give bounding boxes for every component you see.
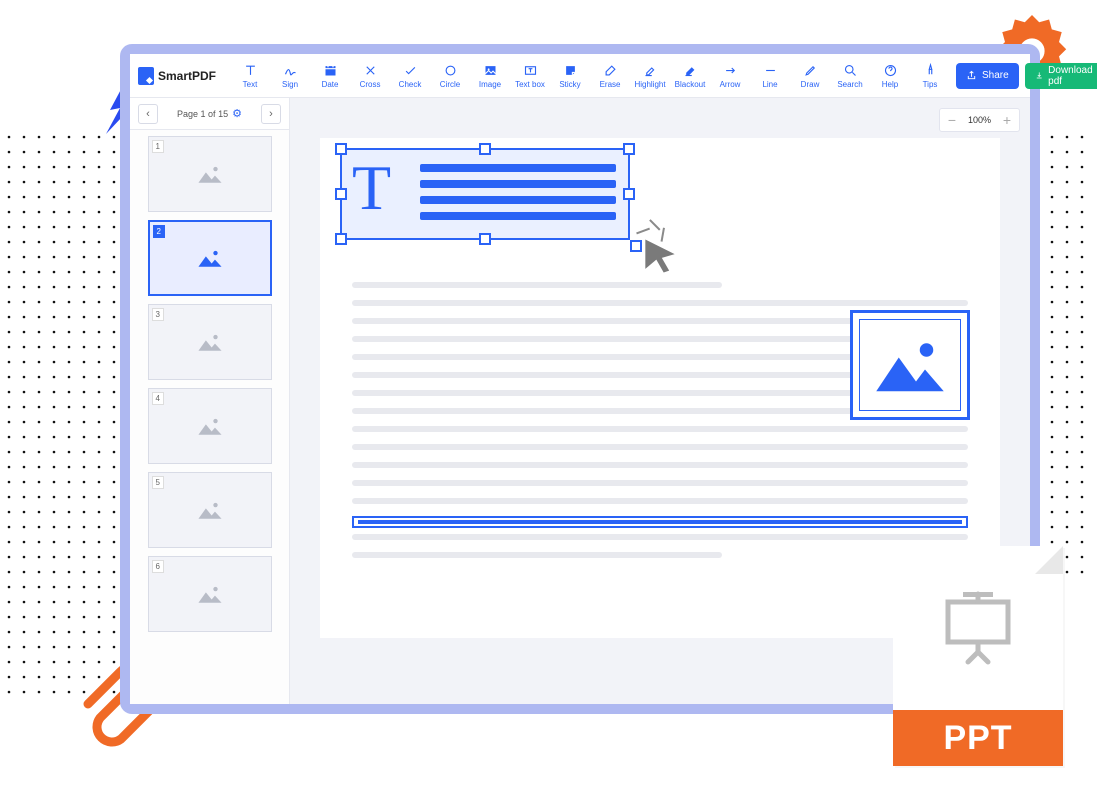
resize-handle[interactable] [335,188,347,200]
tool-date[interactable]: Date [310,56,350,96]
resize-handle[interactable] [479,233,491,245]
zoom-in-button[interactable]: + [995,109,1019,131]
ppt-file-icon: PPT [893,546,1063,766]
tool-highlight[interactable]: Highlight [630,56,670,96]
tool-sticky[interactable]: Sticky [550,56,590,96]
thumbnail[interactable]: 5 [148,472,272,548]
image-placeholder[interactable] [850,310,970,420]
image-icon [196,583,224,605]
resize-handle[interactable] [623,188,635,200]
tool-search[interactable]: Search [830,56,870,96]
thumbnail[interactable]: 3 [148,304,272,380]
thumbnail[interactable]: 1 [148,136,272,212]
image-icon [196,415,224,437]
tool-check[interactable]: Check [390,56,430,96]
share-button[interactable]: Share [956,63,1019,89]
tool-cross[interactable]: Cross [350,56,390,96]
thumbnail-number: 4 [152,392,164,405]
brand-logo[interactable]: SmartPDF [138,67,216,85]
zoom-control: − 100% + [939,108,1020,132]
tool-textbox[interactable]: Text box [510,56,550,96]
tool-circle[interactable]: Circle [430,56,470,96]
tool-help[interactable]: Help [870,56,910,96]
ppt-label: PPT [893,710,1063,766]
zoom-out-button[interactable]: − [940,109,964,131]
tool-tips[interactable]: Tips [910,56,950,96]
thumbnail-number: 2 [153,225,165,238]
thumbnail-number: 1 [152,140,164,153]
page-indicator: Page 1 of 15 ⚙ [177,107,242,120]
tool-group: Text Sign Date Cross Check Circle Image … [230,56,830,96]
resize-handle[interactable] [335,233,347,245]
prev-page-button[interactable]: ‹ [138,104,158,124]
selected-text-block[interactable]: T [340,148,630,240]
tool-draw[interactable]: Draw [790,56,830,96]
image-icon [196,163,224,185]
next-page-button[interactable]: › [261,104,281,124]
thumbnail-number: 6 [152,560,164,573]
image-icon [196,247,224,269]
brand-name: SmartPDF [158,69,216,83]
page-navigator: ‹ Page 1 of 15 ⚙ › [130,98,289,130]
brand-icon [138,67,154,85]
download-button[interactable]: Download pdf [1025,63,1097,89]
tool-sign[interactable]: Sign [270,56,310,96]
tool-text[interactable]: Text [230,56,270,96]
main-toolbar: SmartPDF Text Sign Date Cross Check Circ… [130,54,1030,98]
resize-handle[interactable] [335,143,347,155]
thumbnail[interactable]: 2 [148,220,272,296]
page-settings-icon[interactable]: ⚙ [232,107,242,120]
resize-handle[interactable] [479,143,491,155]
util-group: Search Help Tips [830,56,950,96]
thumbnail[interactable]: 4 [148,388,272,464]
thumbnail-panel: ‹ Page 1 of 15 ⚙ › 1 2 3 4 5 6 [130,98,290,704]
thumbnail-number: 3 [152,308,164,321]
thumbnail-number: 5 [152,476,164,489]
resize-handle[interactable] [623,143,635,155]
image-icon [196,499,224,521]
tool-image[interactable]: Image [470,56,510,96]
thumbnail[interactable]: 6 [148,556,272,632]
text-glyph-icon: T [352,156,391,220]
image-icon [196,331,224,353]
tool-arrow[interactable]: Arrow [710,56,750,96]
tool-line[interactable]: Line [750,56,790,96]
tool-erase[interactable]: Erase [590,56,630,96]
selected-line-element[interactable] [352,516,968,528]
zoom-value: 100% [964,115,995,125]
tool-blackout[interactable]: Blackout [670,56,710,96]
